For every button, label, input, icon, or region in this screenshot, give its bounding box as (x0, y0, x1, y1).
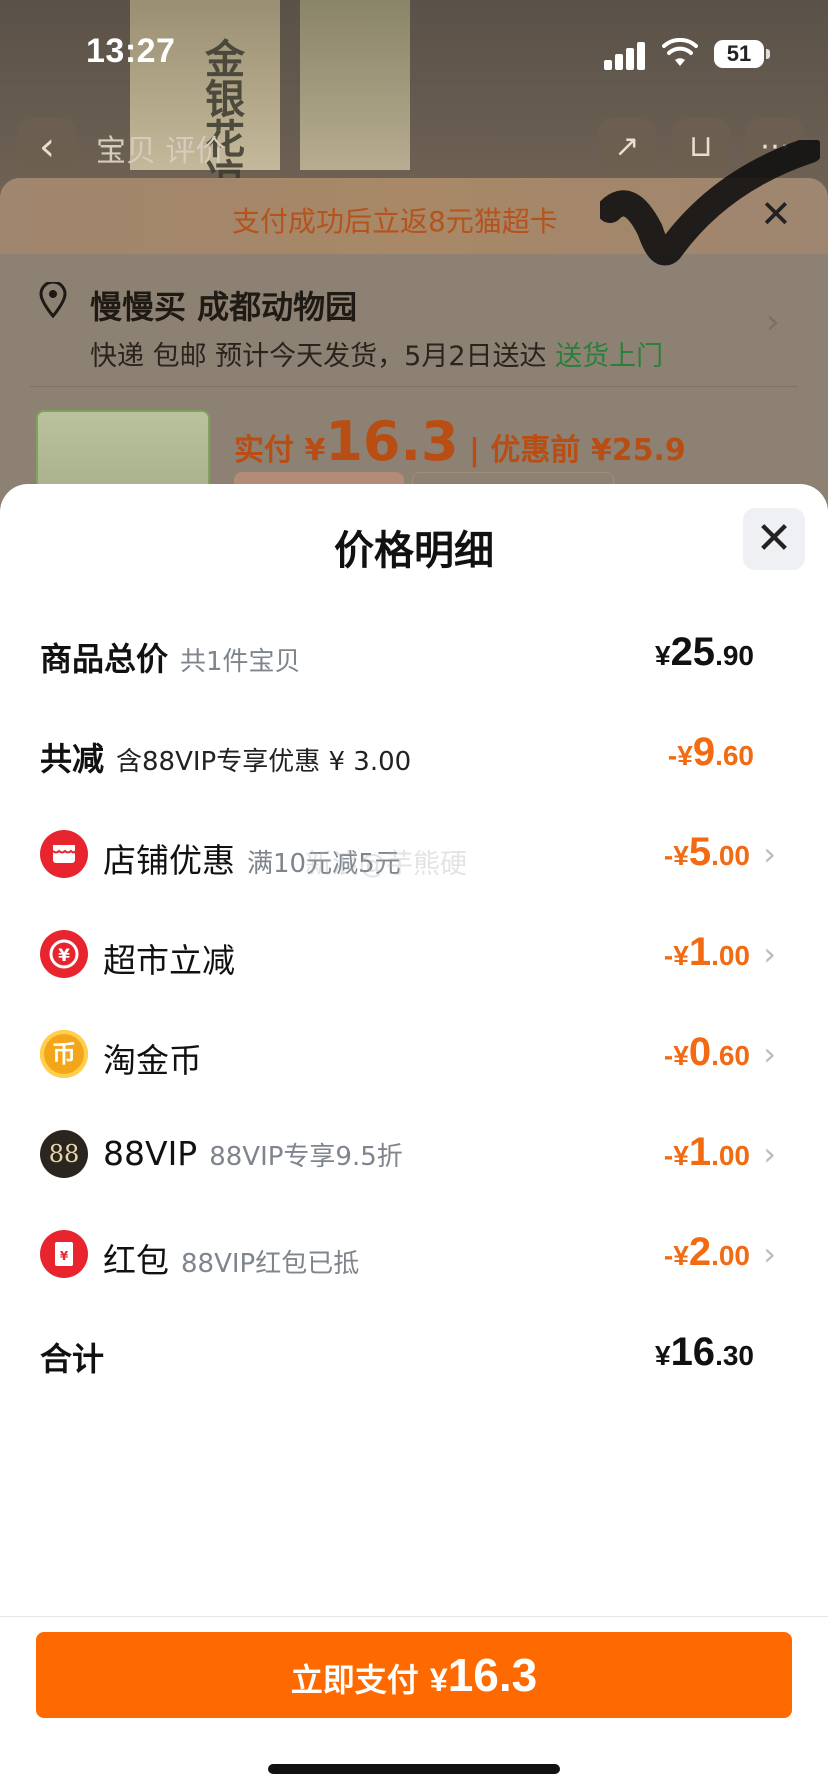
shop-icon (40, 830, 88, 878)
price-row-taojinbi[interactable]: 币 淘金币 -¥0.60 › (0, 1016, 828, 1096)
price-row-88vip[interactable]: 88 88VIP 88VIP专享9.5折 -¥1.00 › (0, 1116, 828, 1196)
row-label: 淘金币 (103, 1041, 202, 1080)
checkmark-drawing (600, 140, 820, 266)
divider (30, 386, 798, 387)
nav-title: 宝贝 评价 (96, 134, 226, 169)
row-amount: ¥16.30 (654, 1330, 754, 1374)
row-amount: -¥1.00 (663, 1130, 750, 1174)
home-indicator[interactable] (268, 1764, 560, 1774)
row-sublabel: 共1件宝贝 (180, 647, 301, 677)
coin-icon: 币 (40, 1030, 88, 1078)
chevron-right-icon[interactable]: › (763, 1238, 776, 1270)
price-row-total-discount: 共减 含88VIP专享优惠 ¥ 3.00 -¥9.60 (0, 716, 828, 796)
shipping-info: 快递 包邮 预计今天发货，5月2日送达 送货上门 (90, 341, 664, 372)
address-chevron-icon[interactable]: › (766, 302, 780, 342)
chevron-right-icon[interactable]: › (763, 938, 776, 970)
row-amount: -¥0.60 (663, 1030, 750, 1074)
row-label: 超市立减 (103, 941, 235, 980)
status-bar: 13:27 51 (0, 0, 828, 110)
delivery-address[interactable]: 慢慢买 成都动物园 (90, 282, 357, 328)
order-price: 实付 ¥16.3 | 优惠前 ¥25.9 (234, 410, 686, 473)
pay-button-label: 立即支付 (290, 1661, 419, 1699)
red-packet-icon: ¥ (40, 1230, 88, 1278)
sheet-title: 价格明细 (334, 528, 494, 574)
chevron-right-icon[interactable]: › (763, 1038, 776, 1070)
row-label: 合计 (40, 1340, 105, 1378)
row-label: 红包 (103, 1241, 169, 1280)
row-amount: -¥2.00 (663, 1230, 750, 1274)
pay-button-amount: 16.3 (447, 1649, 538, 1701)
watermark: 新浪@芋熊硬 (305, 849, 467, 880)
status-time: 13:27 (86, 32, 176, 70)
row-label: 商品总价 (40, 640, 169, 678)
banner-text: 支付成功后立返8元猫超卡 (232, 205, 558, 238)
price-row-total-goods: 商品总价 共1件宝贝 ¥25.90 (0, 616, 828, 696)
battery-icon: 51 (714, 40, 770, 68)
signal-icon (604, 40, 648, 70)
location-pin-icon (39, 282, 67, 318)
supermarket-yen-icon: ¥ (40, 930, 88, 978)
chevron-right-icon[interactable]: › (763, 1138, 776, 1170)
row-label: 88VIP (103, 1134, 198, 1173)
svg-text:¥: ¥ (58, 946, 70, 966)
back-icon[interactable]: ‹ (18, 118, 76, 176)
row-label: 共减 (40, 740, 105, 778)
row-sublabel: 88VIP专享9.5折 (209, 1142, 403, 1172)
row-amount: -¥5.00 (663, 830, 750, 874)
row-amount: -¥9.60 (667, 730, 754, 774)
wifi-icon (662, 38, 698, 66)
row-sublabel: 含88VIP专享优惠 ¥ 3.00 (116, 747, 412, 777)
vip88-icon: 88 (40, 1130, 88, 1178)
close-icon[interactable]: ✕ (743, 508, 805, 570)
row-label: 店铺优惠 (103, 841, 235, 880)
footer-divider (0, 1616, 828, 1617)
chevron-right-icon[interactable]: › (763, 838, 776, 870)
row-amount: -¥1.00 (663, 930, 750, 974)
price-row-supermarket[interactable]: ¥ 超市立减 -¥1.00 › (0, 916, 828, 996)
svg-text:¥: ¥ (60, 1249, 69, 1263)
pay-now-button[interactable]: 立即支付 ¥16.3 (36, 1632, 792, 1718)
row-sublabel: 88VIP红包已抵 (181, 1249, 360, 1279)
price-row-grand-total: 合计 ¥16.30 (0, 1316, 828, 1396)
pay-button-currency: ¥ (429, 1662, 448, 1698)
row-amount: ¥25.90 (654, 630, 754, 674)
price-row-red-packet[interactable]: ¥ 红包 88VIP红包已抵 -¥2.00 › (0, 1216, 828, 1296)
